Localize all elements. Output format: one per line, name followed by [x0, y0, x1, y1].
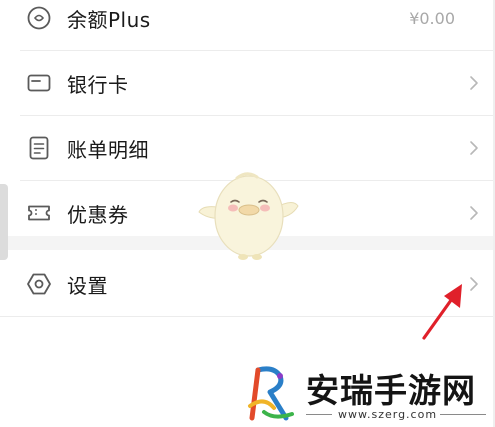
menu-item-label: 余额Plus [67, 7, 151, 32]
watermark-rule-right [440, 414, 486, 415]
chevron-right-icon [470, 206, 478, 220]
menu-item-label: 设置 [67, 273, 108, 298]
menu-item-bank-card[interactable]: 银行卡 [0, 51, 495, 115]
watermark-url: www.szerg.com [338, 408, 438, 421]
coin-icon [27, 6, 51, 30]
coupon-icon [28, 205, 50, 221]
menu-item-balance-plus[interactable]: 余额Plus ¥0.00 [0, 0, 495, 50]
menu-item-label: 账单明细 [67, 137, 149, 162]
menu-item-label: 银行卡 [67, 72, 129, 97]
watermark-rule-left [306, 414, 332, 415]
site-watermark: 安瑞手游网 www.szerg.com [244, 362, 489, 424]
bank-card-icon [27, 74, 51, 92]
scrollbar[interactable] [0, 184, 8, 260]
bill-icon [29, 136, 49, 160]
settings-gear-icon [27, 273, 51, 295]
site-logo-icon [248, 366, 294, 421]
menu-item-label: 优惠券 [67, 202, 129, 227]
chevron-right-icon [470, 76, 478, 90]
annotation-arrow-icon [422, 284, 462, 340]
balance-amount: ¥0.00 [409, 8, 455, 28]
chevron-right-icon [470, 277, 478, 291]
chick-mascot-icon [198, 172, 299, 260]
watermark-title: 安瑞手游网 [306, 371, 476, 410]
chevron-right-icon [470, 141, 478, 155]
